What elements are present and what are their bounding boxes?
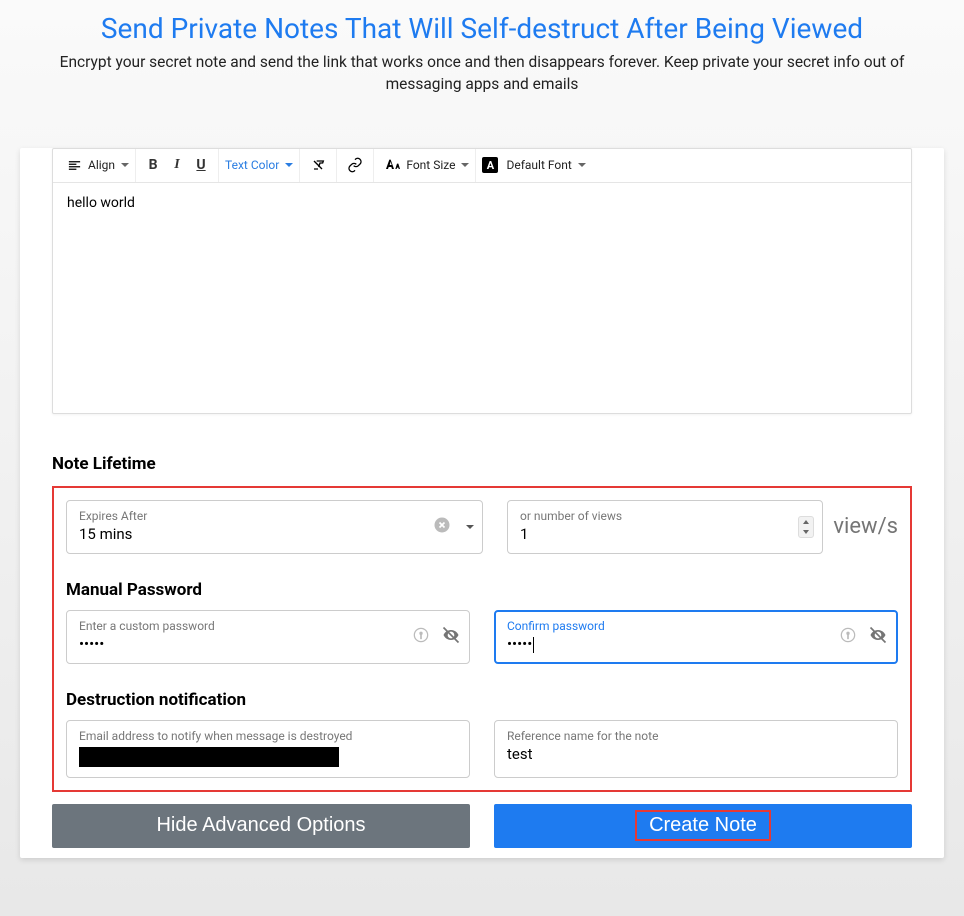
step-up-icon[interactable]	[799, 517, 813, 527]
editor-content[interactable]: hello world	[53, 183, 911, 413]
chevron-down-icon	[285, 163, 293, 167]
views-stepper[interactable]	[798, 516, 814, 538]
password-key-icon[interactable]	[411, 625, 431, 649]
font-size-icon	[380, 153, 404, 177]
note-lifetime-heading: Note Lifetime	[52, 454, 912, 474]
chevron-down-icon	[461, 163, 469, 167]
password-key-icon[interactable]	[838, 625, 858, 649]
font-icon: A	[482, 157, 498, 173]
password-value: •••••	[79, 635, 457, 653]
destruction-notification-heading: Destruction notification	[66, 690, 898, 710]
clear-format-button[interactable]	[300, 149, 337, 182]
expires-after-label: Expires After	[79, 509, 470, 523]
default-font-label: Default Font	[506, 158, 571, 172]
link-icon	[343, 153, 367, 177]
reference-label: Reference name for the note	[507, 729, 885, 743]
views-suffix: view/s	[833, 514, 898, 539]
bold-button[interactable]: B	[142, 153, 164, 177]
expires-after-field[interactable]: Expires After 15 mins	[66, 500, 483, 554]
font-size-label: Font Size	[406, 158, 455, 172]
link-button[interactable]	[337, 149, 374, 182]
chevron-down-icon[interactable]	[466, 525, 474, 529]
chevron-down-icon	[578, 163, 586, 167]
page-subtitle: Encrypt your secret note and send the li…	[0, 51, 964, 116]
chevron-down-icon	[121, 163, 129, 167]
editor-toolbar: Align B I U Text Color	[53, 149, 911, 183]
text-color-label: Text Color	[225, 158, 279, 172]
confirm-password-field[interactable]: Confirm password •••••	[494, 610, 898, 664]
reference-name-field[interactable]: Reference name for the note test	[494, 720, 898, 778]
visibility-off-icon[interactable]	[868, 625, 888, 649]
underline-button[interactable]: U	[190, 153, 212, 177]
step-down-icon[interactable]	[799, 527, 813, 537]
password-field[interactable]: Enter a custom password •••••	[66, 610, 470, 664]
reference-value: test	[507, 745, 885, 763]
clear-icon[interactable]	[432, 515, 452, 539]
views-field[interactable]: or number of views 1	[507, 500, 823, 554]
align-dropdown[interactable]: Align	[57, 149, 136, 182]
italic-button[interactable]: I	[166, 153, 188, 177]
advanced-options-panel: Expires After 15 mins or number of views…	[52, 486, 912, 792]
clear-format-icon	[306, 153, 330, 177]
confirm-password-label: Confirm password	[507, 619, 885, 633]
editor: Align B I U Text Color	[52, 148, 912, 414]
views-value: 1	[520, 525, 810, 543]
email-value-redacted	[79, 747, 339, 767]
manual-password-heading: Manual Password	[66, 580, 898, 600]
password-label: Enter a custom password	[79, 619, 457, 633]
align-label: Align	[88, 158, 115, 172]
views-label: or number of views	[520, 509, 810, 523]
text-color-dropdown[interactable]: Text Color	[219, 149, 300, 182]
create-note-label: Create Note	[635, 810, 771, 841]
visibility-off-icon[interactable]	[441, 625, 461, 649]
button-row: Hide Advanced Options Create Note	[52, 804, 912, 858]
main-card: Align B I U Text Color	[20, 148, 944, 858]
email-field[interactable]: Email address to notify when message is …	[66, 720, 470, 778]
hide-advanced-button[interactable]: Hide Advanced Options	[52, 804, 470, 848]
default-font-dropdown[interactable]: A Default Font	[476, 149, 591, 182]
expires-after-value: 15 mins	[79, 525, 470, 543]
align-icon	[63, 153, 86, 177]
page-title: Send Private Notes That Will Self-destru…	[0, 0, 964, 51]
text-style-group: B I U	[136, 149, 219, 182]
create-note-button[interactable]: Create Note	[494, 804, 912, 848]
email-label: Email address to notify when message is …	[79, 729, 457, 743]
confirm-password-value: •••••	[507, 635, 885, 653]
font-size-dropdown[interactable]: Font Size	[374, 149, 476, 182]
